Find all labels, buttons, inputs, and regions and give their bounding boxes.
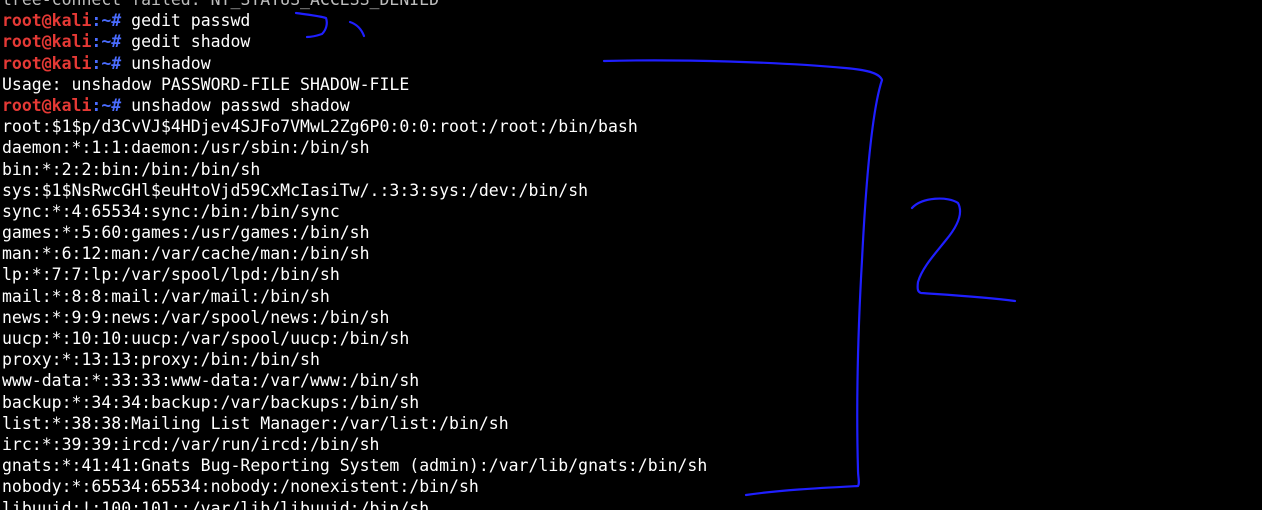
output-line: libuuid:!:100:101::/var/lib/libuuid:/bin… bbox=[2, 498, 430, 510]
prompt-user-host: root@kali bbox=[2, 32, 92, 52]
prompt-user-host: root@kali bbox=[2, 11, 92, 31]
output-line: proxy:*:13:13:proxy:/bin:/bin/sh bbox=[2, 350, 320, 370]
prompt-line: root@kali:~# unshadow passwd shadow bbox=[2, 95, 707, 116]
output-line: daemon:*:1:1:daemon:/usr/sbin:/bin/sh bbox=[2, 138, 370, 158]
prompt-path: :~# bbox=[91, 32, 122, 52]
prompt-path: :~# bbox=[91, 11, 122, 31]
output-line: backup:*:34:34:backup:/var/backups:/bin/… bbox=[2, 392, 420, 412]
output-line: sync:*:4:65534:sync:/bin:/bin/sync bbox=[2, 201, 340, 221]
prompt-path: :~# bbox=[91, 95, 122, 115]
output-line: uucp:*:10:10:uucp:/var/spool/uucp:/bin/s… bbox=[2, 329, 410, 348]
annotation-number-2 bbox=[910, 197, 1017, 303]
prompt-line: root@kali:~# unshadow bbox=[2, 53, 707, 74]
terminal-window[interactable]: tree-connect failed: NT_STATUS_ACCESS_DE… bbox=[0, 0, 1262, 510]
output-line: bin:*:2:2:bin:/bin:/bin/sh bbox=[2, 159, 261, 179]
command-text: unshadow bbox=[131, 53, 211, 73]
output-line: games:*:5:60:games:/usr/games:/bin/sh bbox=[2, 223, 370, 243]
output-line: gnats:*:41:41:Gnats Bug-Reporting System… bbox=[2, 456, 708, 476]
output-line: mail:*:8:8:mail:/var/mail:/bin/sh bbox=[2, 286, 330, 306]
command-text: gedit shadow bbox=[131, 32, 251, 52]
output-line: man:*:6:12:man:/var/cache/man:/bin/sh bbox=[2, 244, 370, 264]
output-line: news:*:9:9:news:/var/spool/news:/bin/sh bbox=[2, 307, 390, 327]
output-line: Usage: unshadow PASSWORD-FILE SHADOW-FIL… bbox=[2, 74, 410, 94]
prompt-line: root@kali:~# gedit shadow bbox=[2, 31, 707, 52]
output-line: irc:*:39:39:ircd:/var/run/ircd:/bin/sh bbox=[2, 434, 380, 454]
prompt-user-host: root@kali bbox=[2, 95, 92, 115]
partial-output-line: tree-connect failed: NT_STATUS_ACCESS_DE… bbox=[2, 0, 707, 10]
command-text: gedit passwd bbox=[131, 11, 251, 31]
output-line: www-data:*:33:33:www-data:/var/www:/bin/… bbox=[2, 371, 420, 391]
terminal-output: tree-connect failed: NT_STATUS_ACCESS_DE… bbox=[2, 0, 707, 510]
output-line: lp:*:7:7:lp:/var/spool/lpd:/bin/sh bbox=[2, 265, 340, 285]
output-line: nobody:*:65534:65534:nobody:/nonexistent… bbox=[2, 477, 479, 497]
output-line: sys:$1$NsRwcGHl$euHtoVjd59CxMcIasiTw/.:3… bbox=[2, 180, 589, 200]
prompt-line: root@kali:~# gedit passwd bbox=[2, 10, 707, 31]
output-line: list:*:38:38:Mailing List Manager:/var/l… bbox=[2, 413, 509, 433]
command-text: unshadow passwd shadow bbox=[131, 95, 350, 115]
prompt-path: :~# bbox=[91, 53, 122, 73]
prompt-user-host: root@kali bbox=[2, 53, 92, 73]
output-line: root:$1$p/d3CvVJ$4HDjev4SJFo7VMwL2Zg6P0:… bbox=[2, 117, 638, 137]
